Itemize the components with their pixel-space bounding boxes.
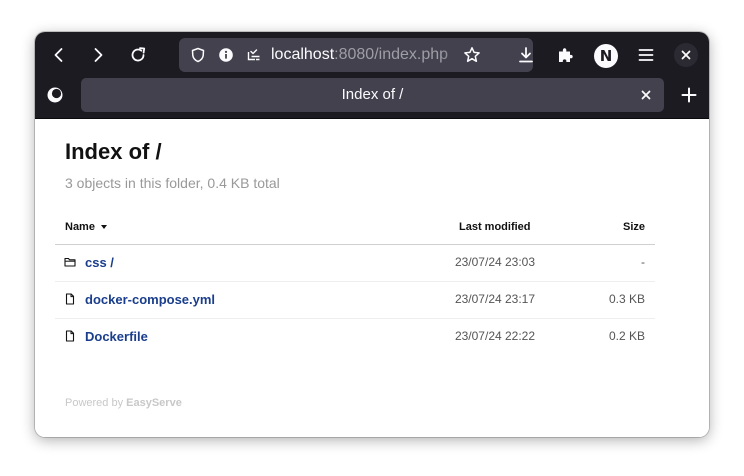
url-bar[interactable]: localhost:8080/index.php xyxy=(179,38,533,72)
column-header-name[interactable]: Name xyxy=(65,220,107,234)
hamburger-menu-icon xyxy=(638,49,654,61)
entry-modified: 23/07/24 23:17 xyxy=(454,292,536,306)
reload-icon xyxy=(131,47,146,62)
entry-link[interactable]: docker-compose.yml xyxy=(85,292,215,308)
browser-window: localhost:8080/index.php N Index of / In… xyxy=(35,32,709,437)
account-avatar[interactable]: N xyxy=(594,44,618,68)
permissions-icon[interactable] xyxy=(246,47,262,63)
back-button[interactable] xyxy=(43,39,75,71)
entry-size: - xyxy=(641,255,645,269)
file-icon xyxy=(65,330,75,342)
reload-button[interactable] xyxy=(122,39,154,71)
url-path: :8080/index.php xyxy=(334,46,449,63)
entry-modified: 23/07/24 23:03 xyxy=(454,255,536,269)
powered-by-footer: Powered by EasyServe xyxy=(65,396,182,410)
close-icon xyxy=(681,50,691,60)
tab-close-icon[interactable] xyxy=(638,87,654,103)
entry-size: 0.2 KB xyxy=(608,329,645,343)
folder-icon xyxy=(64,257,76,267)
table-row[interactable]: css / 23/07/24 23:03 - xyxy=(55,245,655,282)
entry-size: 0.3 KB xyxy=(608,292,645,306)
entry-modified: 23/07/24 22:22 xyxy=(454,329,536,343)
column-name-label: Name xyxy=(65,221,95,233)
firefox-view-button[interactable] xyxy=(39,79,71,111)
column-header-size[interactable]: Size xyxy=(623,220,645,234)
page-title: Index of / xyxy=(65,139,162,164)
downloads-button[interactable] xyxy=(510,39,542,71)
browser-toolbar: localhost:8080/index.php N Index of / xyxy=(35,32,709,118)
forward-button[interactable] xyxy=(82,39,114,71)
column-header-modified[interactable]: Last modified xyxy=(459,220,531,234)
close-window-button[interactable] xyxy=(674,43,698,67)
menu-button[interactable] xyxy=(630,39,662,71)
table-row[interactable]: Dockerfile 23/07/24 22:22 0.2 KB xyxy=(55,319,655,355)
page-content: Index of / 3 objects in this folder, 0.4… xyxy=(35,119,709,437)
firefox-view-icon xyxy=(47,87,63,103)
extensions-button[interactable] xyxy=(549,39,581,71)
shield-icon[interactable] xyxy=(190,47,206,63)
footer-prefix: Powered by xyxy=(65,397,124,409)
entry-link[interactable]: css / xyxy=(85,255,114,271)
download-icon xyxy=(519,47,533,63)
table-header: Name Last modified Size xyxy=(55,217,655,245)
sort-down-icon xyxy=(100,225,107,230)
new-tab-button[interactable] xyxy=(673,79,705,111)
star-icon[interactable] xyxy=(463,46,481,64)
entry-link[interactable]: Dockerfile xyxy=(85,329,148,345)
table-row[interactable]: docker-compose.yml 23/07/24 23:17 0.3 KB xyxy=(55,282,655,319)
arrow-right-icon xyxy=(94,48,103,62)
url-host: localhost xyxy=(271,46,335,63)
tab-index[interactable]: Index of / xyxy=(81,78,664,112)
info-icon[interactable] xyxy=(218,47,234,63)
puzzle-piece-icon xyxy=(559,48,573,62)
file-icon xyxy=(65,293,75,305)
folder-summary: 3 objects in this folder, 0.4 KB total xyxy=(65,175,280,191)
footer-brand-link[interactable]: EasyServe xyxy=(126,397,182,409)
tab-title: Index of / xyxy=(341,86,404,103)
arrow-left-icon xyxy=(54,48,63,62)
plus-icon xyxy=(681,87,697,103)
